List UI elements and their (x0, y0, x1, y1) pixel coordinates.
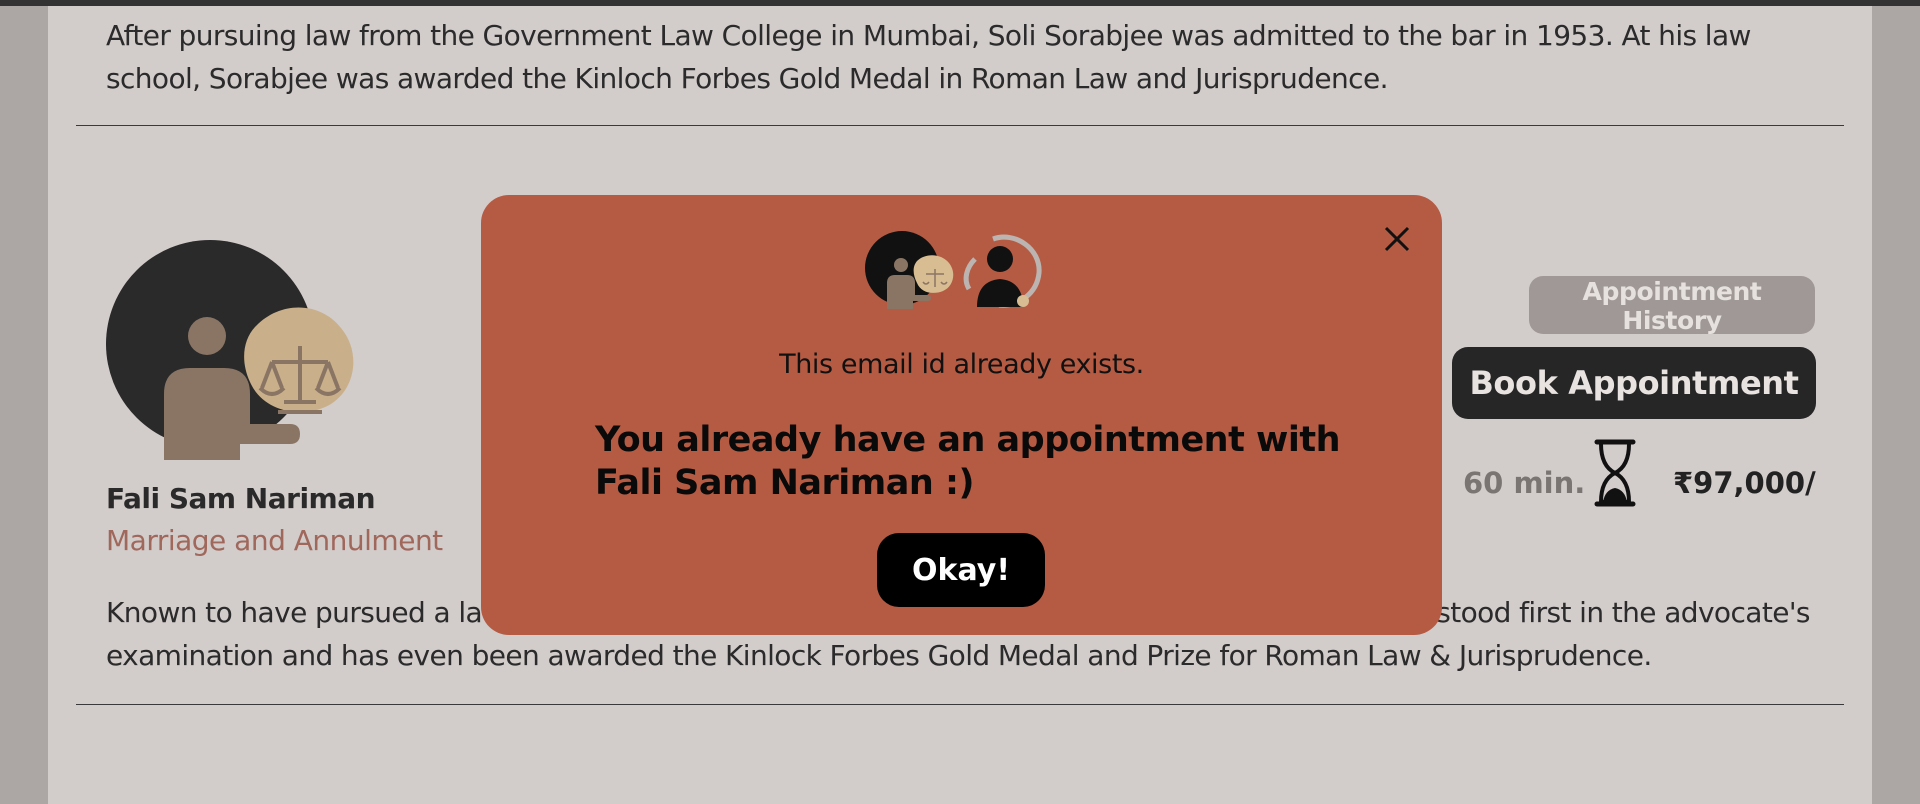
previous-lawyer-bio: After pursuing law from the Government L… (106, 19, 1751, 95)
close-icon[interactable] (1380, 222, 1414, 256)
divider (76, 704, 1844, 705)
hourglass-icon (1593, 438, 1637, 513)
lawyer-name: Fali Sam Nariman (106, 482, 376, 515)
session-duration: 60 min. (1463, 466, 1586, 500)
alert-modal: This email id already exists. You alread… (481, 195, 1442, 635)
lawyer-specialization[interactable]: Marriage and Annulment (106, 524, 443, 557)
user-silhouette-icon (963, 234, 1042, 308)
book-appointment-button[interactable]: Book Appointment (1452, 347, 1816, 419)
modal-illustration (865, 231, 1065, 316)
modal-message: This email id already exists. (779, 349, 1144, 380)
lawyer-avatar (106, 240, 366, 460)
lawyer-avatar-icon (865, 231, 954, 309)
lawyer-avatar-icon (106, 240, 354, 460)
divider (76, 125, 1844, 126)
modal-title: You already have an appointment with Fal… (595, 420, 1341, 503)
okay-button[interactable]: Okay! (877, 533, 1045, 607)
session-price: ₹97,000/ (1673, 466, 1816, 500)
appointment-history-button[interactable]: Appointment History (1529, 276, 1815, 335)
